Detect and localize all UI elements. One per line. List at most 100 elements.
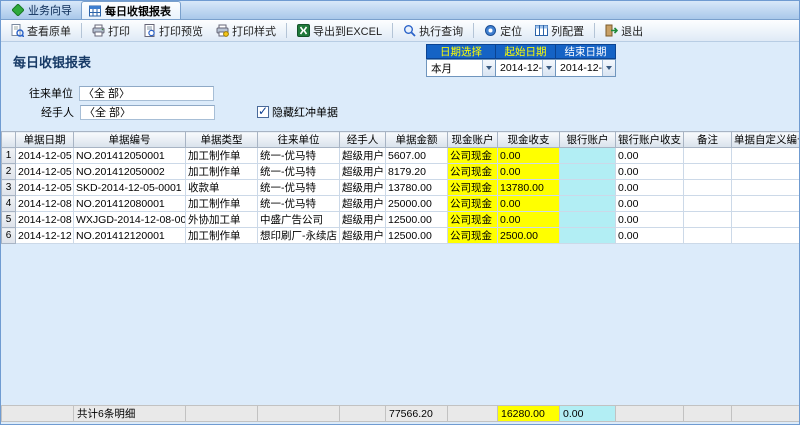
summary-spacer xyxy=(448,406,498,422)
cell-cash-flow: 0.00 xyxy=(498,164,560,180)
button-label: 打印 xyxy=(108,23,130,39)
cell-custom-no xyxy=(732,228,800,244)
summary-bar: 共计6条明细 77566.20 16280.00 0.00 xyxy=(1,405,800,422)
exit-button[interactable]: 退出 xyxy=(599,20,649,42)
column-header[interactable]: 单据编号 xyxy=(74,132,186,148)
columns-icon xyxy=(535,24,548,37)
cell-bank-flow: 0.00 xyxy=(616,196,684,212)
cell-doc-no: NO.201412050001 xyxy=(74,148,186,164)
cell-handler: 超级用户 xyxy=(340,228,386,244)
hide-reversed-label: 隐藏红冲单据 xyxy=(272,104,338,120)
column-header[interactable]: 备注 xyxy=(684,132,732,148)
cell-remark xyxy=(684,228,732,244)
column-header[interactable]: 经手人 xyxy=(340,132,386,148)
export-excel-button[interactable]: 导出到EXCEL xyxy=(291,20,388,42)
cell-doc-no: NO.201412080001 xyxy=(74,196,186,212)
cell-num: 4 xyxy=(2,196,16,212)
chevron-down-icon[interactable] xyxy=(602,60,615,76)
column-header[interactable]: 单据类型 xyxy=(186,132,258,148)
cell-cash-account: 公司现金 xyxy=(448,228,498,244)
cell-num: 2 xyxy=(2,164,16,180)
counterparty-field[interactable]: 〈全 部〉 xyxy=(79,86,214,101)
execute-query-button[interactable]: 执行查询 xyxy=(397,20,469,42)
chevron-down-icon[interactable] xyxy=(542,60,555,76)
end-date-select[interactable]: 2014-12-29 xyxy=(556,59,616,77)
cell-cash-account: 公司现金 xyxy=(448,164,498,180)
end-date-value: 2014-12-29 xyxy=(556,62,602,74)
view-original-button[interactable]: 查看原单 xyxy=(5,20,77,42)
handler-label: 经手人 xyxy=(41,104,74,120)
column-header[interactable]: 往来单位 xyxy=(258,132,340,148)
summary-cash-flow-total: 16280.00 xyxy=(498,406,560,422)
summary-amount-total: 77566.20 xyxy=(386,406,448,422)
column-header[interactable]: 单据日期 xyxy=(16,132,74,148)
table-row[interactable]: 42014-12-08NO.201412080001加工制作单统一-优马特超级用… xyxy=(2,196,800,212)
cell-cash-flow: 0.00 xyxy=(498,196,560,212)
cell-bank-account xyxy=(560,196,616,212)
table-body: 12014-12-05NO.201412050001加工制作单统一-优马特超级用… xyxy=(2,148,800,244)
cell-type: 外协加工单 xyxy=(186,212,258,228)
cell-doc-no: NO.201412120001 xyxy=(74,228,186,244)
button-label: 列配置 xyxy=(551,23,584,39)
cell-bank-account xyxy=(560,212,616,228)
cell-date: 2014-12-08 xyxy=(16,212,74,228)
cell-num: 5 xyxy=(2,212,16,228)
cell-cash-flow: 0.00 xyxy=(498,148,560,164)
column-config-button[interactable]: 列配置 xyxy=(529,20,590,42)
cell-cash-account: 公司现金 xyxy=(448,148,498,164)
page-title: 每日收银报表 xyxy=(13,52,91,71)
cell-bank-account xyxy=(560,180,616,196)
start-date-select[interactable]: 2014-12-01 xyxy=(496,59,556,77)
handler-field[interactable]: 〈全 部〉 xyxy=(80,105,215,120)
cell-counterparty: 统一-优马特 xyxy=(258,148,340,164)
table-row[interactable]: 32014-12-05SKD-2014-12-05-0001收款单统一-优马特超… xyxy=(2,180,800,196)
summary-spacer xyxy=(732,406,800,422)
column-header[interactable]: 单据自定义编号 xyxy=(732,132,800,148)
table-row[interactable]: 22014-12-05NO.201412050002加工制作单统一-优马特超级用… xyxy=(2,164,800,180)
cell-remark xyxy=(684,148,732,164)
cell-handler: 超级用户 xyxy=(340,148,386,164)
cell-custom-no xyxy=(732,148,800,164)
print-style-icon xyxy=(216,24,229,37)
toolbar: 查看原单 打印 打印预览 打印样式 导出到EXCEL 执行查询 定位 xyxy=(1,20,799,42)
cell-date: 2014-12-05 xyxy=(16,180,74,196)
locate-button[interactable]: 定位 xyxy=(478,20,528,42)
button-label: 退出 xyxy=(621,23,643,39)
tab-business-wizard[interactable]: 业务向导 xyxy=(5,1,81,19)
column-header[interactable]: 单据金额 xyxy=(386,132,448,148)
locate-icon xyxy=(484,24,497,37)
cell-bank-account xyxy=(560,164,616,180)
end-date-header: 结束日期 xyxy=(556,44,616,59)
date-select-header: 日期选择 xyxy=(426,44,496,59)
print-button[interactable]: 打印 xyxy=(86,20,136,42)
cell-counterparty: 统一-优马特 xyxy=(258,164,340,180)
cell-type: 加工制作单 xyxy=(186,228,258,244)
cell-num: 3 xyxy=(2,180,16,196)
print-style-button[interactable]: 打印样式 xyxy=(210,20,282,42)
cell-handler: 超级用户 xyxy=(340,180,386,196)
column-header[interactable]: 现金账户 xyxy=(448,132,498,148)
toolbar-separator xyxy=(81,23,82,38)
cell-amount: 12500.00 xyxy=(386,228,448,244)
start-date-header: 起始日期 xyxy=(496,44,556,59)
hide-reversed-checkbox[interactable] xyxy=(257,106,269,118)
column-header[interactable]: 现金收支 xyxy=(498,132,560,148)
table-row[interactable]: 62014-12-12NO.201412120001加工制作单想印刷厂-永续店超… xyxy=(2,228,800,244)
chevron-down-icon[interactable] xyxy=(482,60,495,76)
date-range-select[interactable]: 本月 xyxy=(426,59,496,77)
summary-spacer xyxy=(616,406,684,422)
tab-daily-cashier-report[interactable]: 每日收银报表 xyxy=(81,1,181,19)
summary-bank-total: 0.00 xyxy=(560,406,616,422)
column-header[interactable]: 银行账户收支 xyxy=(616,132,684,148)
cell-doc-no: SKD-2014-12-05-0001 xyxy=(74,180,186,196)
summary-spacer xyxy=(186,406,258,422)
cell-type: 加工制作单 xyxy=(186,196,258,212)
button-label: 打印预览 xyxy=(159,23,203,39)
print-preview-button[interactable]: 打印预览 xyxy=(137,20,209,42)
table-row[interactable]: 52014-12-08WXJGD-2014-12-08-0002外协加工单中盛广… xyxy=(2,212,800,228)
cell-custom-no xyxy=(732,212,800,228)
cell-counterparty: 统一-优马特 xyxy=(258,196,340,212)
column-header[interactable]: 银行账户 xyxy=(560,132,616,148)
cell-amount: 13780.00 xyxy=(386,180,448,196)
table-row[interactable]: 12014-12-05NO.201412050001加工制作单统一-优马特超级用… xyxy=(2,148,800,164)
